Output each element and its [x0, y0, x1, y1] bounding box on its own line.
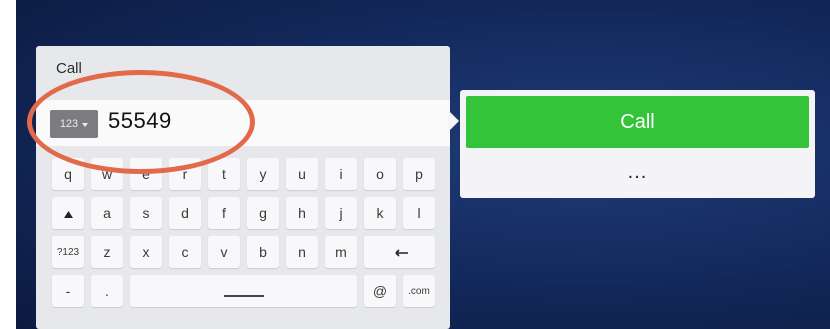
dotcom-key[interactable]: .com [403, 275, 435, 307]
key-m[interactable]: m [325, 236, 357, 268]
key-z[interactable]: z [91, 236, 123, 268]
annotation-highlight-ring [27, 70, 255, 174]
key-g[interactable]: g [247, 197, 279, 229]
symbols-key[interactable]: ?123 [52, 236, 84, 268]
more-options-button[interactable]: ... [466, 152, 809, 192]
key-f[interactable]: f [208, 197, 240, 229]
key-v[interactable]: v [208, 236, 240, 268]
dot-key[interactable]: . [91, 275, 123, 307]
key-j[interactable]: j [325, 197, 357, 229]
shift-icon [63, 205, 73, 221]
backspace-icon [392, 244, 408, 260]
key-o[interactable]: o [364, 158, 396, 190]
space-key[interactable] [130, 275, 357, 307]
key-t[interactable]: t [208, 158, 240, 190]
call-action-panel: Call ... [460, 90, 815, 198]
key-n[interactable]: n [286, 236, 318, 268]
key-p[interactable]: p [403, 158, 435, 190]
dialog-pointer-arrow [448, 110, 459, 132]
call-button[interactable]: Call [466, 96, 809, 148]
key-u[interactable]: u [286, 158, 318, 190]
key-a[interactable]: a [91, 197, 123, 229]
key-c[interactable]: c [169, 236, 201, 268]
key-d[interactable]: d [169, 197, 201, 229]
space-bar-glyph [223, 295, 264, 297]
key-s[interactable]: s [130, 197, 162, 229]
shift-key[interactable] [52, 197, 84, 229]
dialog-title: Call [56, 60, 82, 77]
key-h[interactable]: h [286, 197, 318, 229]
video-conference-screen: Call 123 55549 q w e r t y u i o p a s d… [16, 0, 830, 329]
key-l[interactable]: l [403, 197, 435, 229]
key-i[interactable]: i [325, 158, 357, 190]
key-b[interactable]: b [247, 236, 279, 268]
dash-key[interactable]: - [52, 275, 84, 307]
backspace-key[interactable] [364, 236, 435, 268]
key-y[interactable]: y [247, 158, 279, 190]
at-key[interactable]: @ [364, 275, 396, 307]
key-k[interactable]: k [364, 197, 396, 229]
key-x[interactable]: x [130, 236, 162, 268]
